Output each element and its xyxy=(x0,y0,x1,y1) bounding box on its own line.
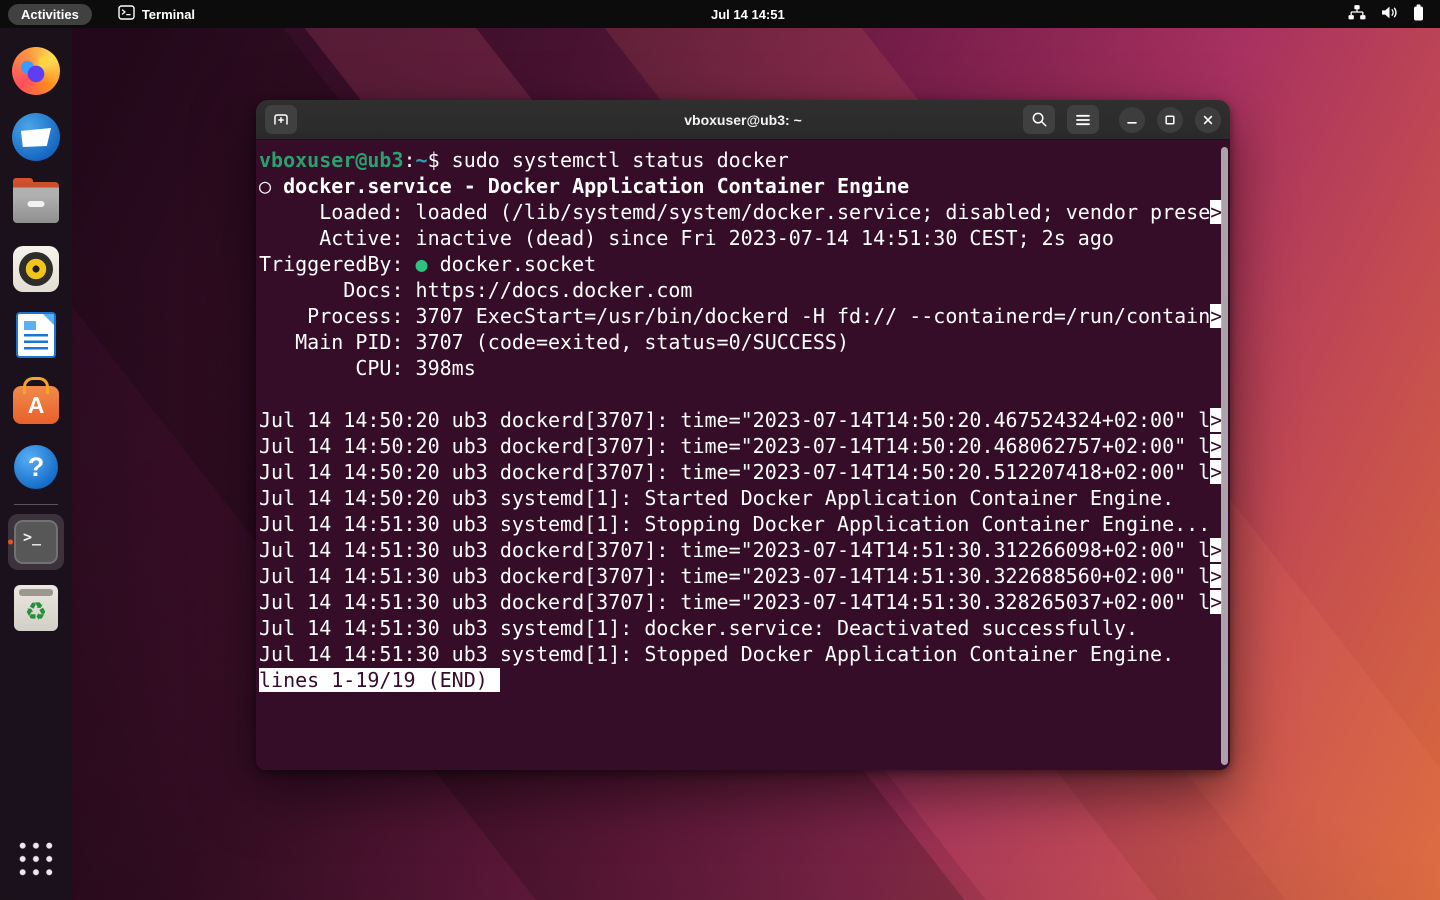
maximize-button[interactable] xyxy=(1157,107,1183,133)
hamburger-menu-icon xyxy=(1075,113,1091,127)
search-button[interactable] xyxy=(1023,105,1055,134)
active-app-highlight xyxy=(8,514,64,570)
terminal-line: Jul 14 14:50:20 ub3 dockerd[3707]: time=… xyxy=(259,459,1230,485)
network-icon xyxy=(1348,5,1366,23)
running-indicator-dot xyxy=(8,540,13,545)
firefox-icon xyxy=(12,47,60,95)
help-icon: ? xyxy=(14,445,58,489)
terminal-line: lines 1-19/19 (END) xyxy=(259,667,1230,693)
terminal-line: Jul 14 14:51:30 ub3 systemd[1]: Stopping… xyxy=(259,511,1230,537)
terminal-line: Active: inactive (dead) since Fri 2023-0… xyxy=(259,225,1230,251)
dock-item-help[interactable]: ? xyxy=(4,434,68,500)
terminal-line: Jul 14 14:51:30 ub3 systemd[1]: docker.s… xyxy=(259,615,1230,641)
ubuntu-software-icon: A xyxy=(13,386,59,424)
dock-item-ubuntu-software[interactable]: A xyxy=(4,368,68,434)
terminal-line: Jul 14 14:50:20 ub3 dockerd[3707]: time=… xyxy=(259,407,1230,433)
terminal-line: Jul 14 14:51:30 ub3 dockerd[3707]: time=… xyxy=(259,537,1230,563)
dock-item-terminal[interactable]: >_ xyxy=(4,509,68,575)
terminal-line: Jul 14 14:51:30 ub3 dockerd[3707]: time=… xyxy=(259,563,1230,589)
dock-item-trash[interactable]: ♻ xyxy=(4,575,68,641)
terminal-window: vboxuser@ub3: ~ vboxuser@ xyxy=(256,100,1230,770)
trash-icon: ♻ xyxy=(14,585,58,631)
dock-item-libreoffice-writer[interactable] xyxy=(4,302,68,368)
menu-button[interactable] xyxy=(1067,105,1099,134)
dock: A ? >_ ♻ xyxy=(0,28,72,900)
battery-icon xyxy=(1413,4,1424,24)
top-bar: Activities Terminal Jul 14 14:51 xyxy=(0,0,1440,28)
terminal-line: CPU: 398ms xyxy=(259,355,1230,381)
close-button[interactable] xyxy=(1195,107,1221,133)
terminal-line: Jul 14 14:50:20 ub3 dockerd[3707]: time=… xyxy=(259,433,1230,459)
terminal-line: Jul 14 14:51:30 ub3 dockerd[3707]: time=… xyxy=(259,589,1230,615)
dock-item-rhythmbox[interactable] xyxy=(4,236,68,302)
new-tab-button[interactable] xyxy=(265,105,297,134)
system-tray[interactable] xyxy=(1348,4,1440,24)
files-icon xyxy=(13,183,59,223)
dock-item-thunderbird[interactable] xyxy=(4,104,68,170)
terminal-line: ○ docker.service - Docker Application Co… xyxy=(259,173,1230,199)
rhythmbox-icon xyxy=(13,246,59,292)
search-icon xyxy=(1031,111,1048,128)
terminal-line: Jul 14 14:51:30 ub3 systemd[1]: Stopped … xyxy=(259,641,1230,667)
title-bar[interactable]: vboxuser@ub3: ~ xyxy=(256,100,1230,140)
libreoffice-writer-icon xyxy=(16,312,56,358)
terminal-line: Docs: https://docs.docker.com xyxy=(259,277,1230,303)
terminal-line: vboxuser@ub3:~$ sudo systemctl status do… xyxy=(259,147,1230,173)
dock-item-files[interactable] xyxy=(4,170,68,236)
terminal-line: Loaded: loaded (/lib/systemd/system/dock… xyxy=(259,199,1230,225)
terminal-line: Jul 14 14:50:20 ub3 systemd[1]: Started … xyxy=(259,485,1230,511)
terminal-line xyxy=(259,381,1230,407)
clock[interactable]: Jul 14 14:51 xyxy=(711,0,785,28)
activities-button[interactable]: Activities xyxy=(8,4,92,25)
dock-item-firefox[interactable] xyxy=(4,38,68,104)
minimize-icon xyxy=(1126,114,1138,126)
maximize-icon xyxy=(1164,114,1176,126)
thunderbird-icon xyxy=(12,113,60,161)
terminal-app-icon xyxy=(118,5,135,23)
volume-icon xyxy=(1381,5,1398,23)
minimize-button[interactable] xyxy=(1119,107,1145,133)
terminal-output: vboxuser@ub3:~$ sudo systemctl status do… xyxy=(259,147,1230,693)
dock-separator xyxy=(14,504,58,505)
new-tab-icon xyxy=(271,111,291,129)
terminal-line: Process: 3707 ExecStart=/usr/bin/dockerd… xyxy=(259,303,1230,329)
terminal-viewport[interactable]: vboxuser@ub3:~$ sudo systemctl status do… xyxy=(256,140,1230,770)
show-applications-icon xyxy=(16,839,56,879)
terminal-line: TriggeredBy: ● docker.socket xyxy=(259,251,1230,277)
desktop: Activities Terminal Jul 14 14:51 xyxy=(0,0,1440,900)
close-icon xyxy=(1202,114,1214,126)
app-menu[interactable]: Terminal xyxy=(118,5,195,23)
terminal-line: Main PID: 3707 (code=exited, status=0/SU… xyxy=(259,329,1230,355)
app-menu-label: Terminal xyxy=(142,7,195,22)
show-applications-button[interactable] xyxy=(4,826,68,892)
terminal-scrollbar[interactable] xyxy=(1221,147,1228,765)
